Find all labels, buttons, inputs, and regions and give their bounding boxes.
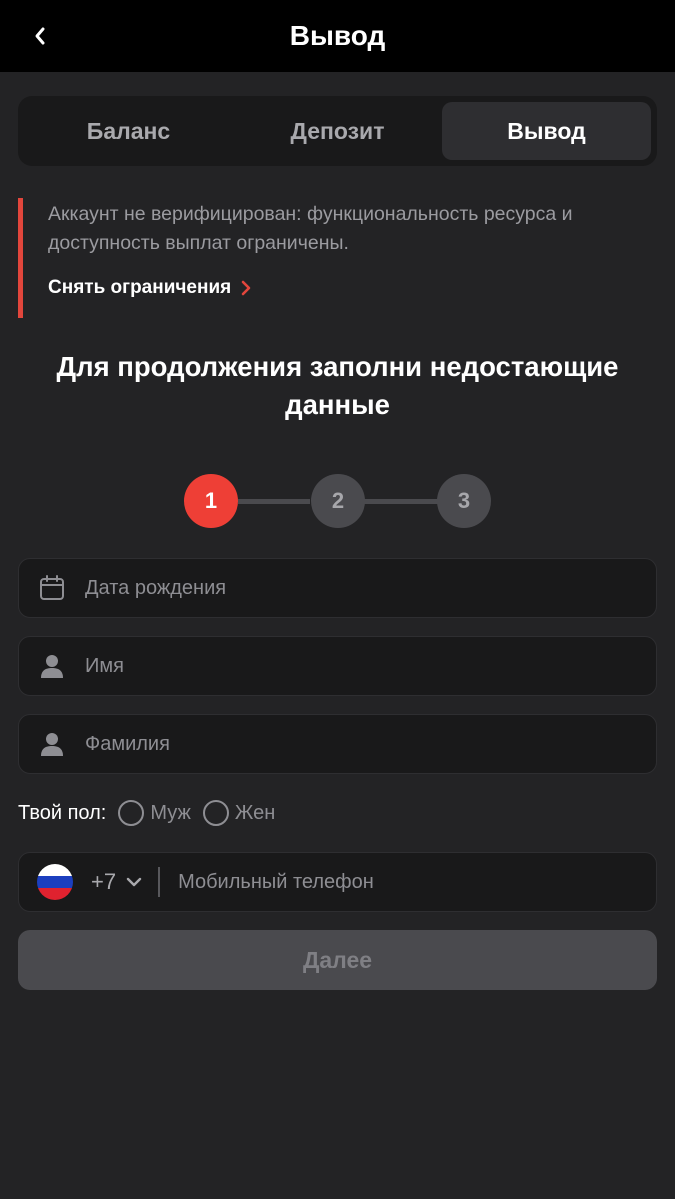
radio-button[interactable]	[118, 800, 145, 826]
progress-stepper: 1 2 3	[184, 474, 492, 528]
russia-flag-icon	[37, 864, 73, 900]
remove-restrictions-link[interactable]: Снять ограничения	[48, 277, 251, 299]
first-name-input[interactable]	[85, 637, 656, 695]
gender-option-label: Жен	[234, 801, 276, 824]
tab-deposit[interactable]: Депозит	[233, 102, 442, 160]
top-bar: Вывод	[0, 0, 675, 72]
verification-alert: Аккаунт не верифицирован: функциональнос…	[18, 198, 638, 318]
phone-field: +7	[18, 852, 657, 912]
stepper-connector	[364, 499, 438, 504]
chevron-right-icon	[241, 280, 251, 296]
country-code: +7	[91, 869, 117, 894]
page-title: Вывод	[289, 20, 386, 51]
last-name-input[interactable]	[85, 715, 656, 773]
form-headline: Для продолжения заполни недостающие данн…	[56, 351, 619, 420]
chevron-left-icon	[35, 27, 45, 45]
wallet-tabs: Баланс Депозит Вывод	[18, 96, 657, 166]
last-name-field	[18, 714, 657, 774]
chevron-down-icon	[126, 877, 142, 887]
calendar-icon	[39, 575, 65, 601]
back-button[interactable]	[22, 18, 58, 54]
remove-restrictions-label: Снять ограничения	[48, 277, 232, 298]
gender-label: Твой пол:	[18, 801, 107, 824]
stepper-connector	[238, 499, 310, 504]
step-1: 1	[184, 474, 238, 528]
step-3: 3	[437, 474, 491, 528]
first-name-field	[18, 636, 657, 696]
user-icon	[39, 653, 65, 679]
gender-option-male[interactable]: Муж	[118, 800, 191, 826]
gender-option-label: Муж	[150, 801, 191, 824]
gender-selector: Твой пол: Муж Жен	[18, 794, 287, 832]
radio-button[interactable]	[202, 800, 229, 826]
birthdate-field	[18, 558, 657, 618]
tab-withdraw[interactable]: Вывод	[442, 102, 651, 160]
tab-balance[interactable]: Баланс	[24, 102, 233, 160]
gender-option-female[interactable]: Жен	[202, 800, 276, 826]
alert-message: Аккаунт не верифицирован: функциональнос…	[48, 203, 573, 254]
user-icon	[39, 731, 65, 757]
country-code-select[interactable]: +7	[19, 864, 161, 900]
next-button[interactable]: Далее	[18, 930, 657, 990]
birthdate-input[interactable]	[85, 559, 656, 617]
phone-input[interactable]	[178, 853, 656, 911]
step-2: 2	[311, 474, 365, 528]
